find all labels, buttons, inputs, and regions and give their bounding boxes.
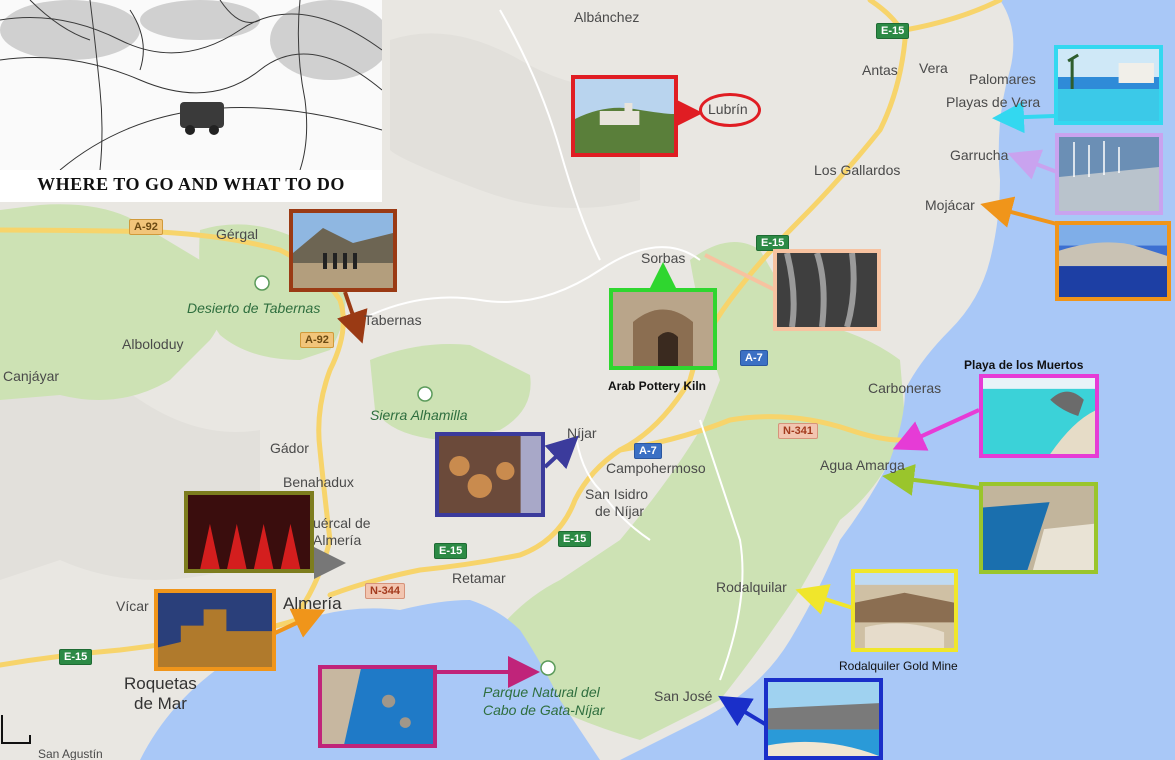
banner-title: WHERE TO GO AND WHAT TO DO [37,174,345,194]
place-label-carboneras: Carboneras [868,380,942,396]
road-shield-e15: E-15 [59,649,93,665]
place-label-san-jose: San José [654,688,713,704]
place-label-de-mar: de Mar [134,694,187,713]
caption-playa-de-los-muertos: Playa de los Muertos [964,358,1084,372]
lubrin-highlight-ring [699,93,761,127]
place-label-roquetas: Roquetas [124,674,197,693]
map-canvas[interactable]: Albánchez Antas Vera Palomares Playas de… [0,0,1175,760]
place-label-vera: Vera [919,60,948,76]
place-label-benahadux: Benahadux [283,474,354,490]
place-label-sorbas: Sorbas [641,250,686,266]
photo-nijar[interactable] [435,432,545,517]
park-label-desierto: Desierto de Tabernas [187,300,321,316]
road-shield-a92: A-92 [300,332,334,348]
park-marker[interactable] [254,275,270,291]
place-label-albanchez: Albánchez [574,9,640,25]
place-label-agua-amarga: Agua Amarga [820,457,905,473]
park-label-alhamilla: Sierra Alhamilla [370,407,468,423]
place-label-campohermoso: Campohermoso [606,460,706,476]
place-label-garrucha: Garrucha [950,147,1009,163]
park-label-cabo-2: Cabo de Gata-Níjar [483,702,605,718]
park-label-cabo: Parque Natural del [483,684,600,700]
place-label-almeria: Almería [283,594,342,613]
place-label-gergal: Gérgal [216,226,259,242]
place-label-de-nijar: de Níjar [595,503,645,519]
photo-rodalquilar[interactable] [851,569,958,652]
road-shield-e15: E-15 [558,531,592,547]
place-label-san-isidro: San Isidro [585,486,649,502]
photo-mojacar[interactable] [1055,221,1171,301]
place-label-alboloduy: Alboloduy [122,336,184,352]
road-shield-a7: A-7 [634,443,662,459]
place-label-canjayar: Canjáyar [3,368,60,384]
park-marker[interactable] [417,386,433,402]
photo-sorbas-caves[interactable] [773,249,881,331]
banner-sketch [0,0,390,171]
place-label-huercal-almeria: Almería [313,532,362,548]
place-label-huercal: uércal de [313,515,371,531]
photo-arab-pottery-kiln[interactable] [609,288,717,370]
place-label-los-gallardos: Los Gallardos [814,162,901,178]
place-label-antas: Antas [862,62,898,78]
photo-garrucha[interactable] [1055,133,1163,215]
road-shield-e15: E-15 [876,23,910,39]
place-label-palomares: Palomares [969,71,1036,87]
place-label-rodalquilar: Rodalquilar [716,579,787,595]
photo-flamenco[interactable] [184,491,314,573]
park-marker[interactable] [540,660,556,676]
arrow [992,101,1055,134]
banner: WHERE TO GO AND WHAT TO DO [0,0,390,202]
place-label-retamar: Retamar [452,570,506,586]
caption-rodalquilar-gold-mine: Rodalquiler Gold Mine [839,659,958,673]
road-shield-a92: A-92 [129,219,163,235]
photo-agua-amarga[interactable] [979,482,1098,574]
scale-bar [0,715,32,745]
place-label-tabernas: Tabernas [364,312,422,328]
photo-san-jose[interactable] [764,678,883,760]
road-shield-n344: N-344 [365,583,405,599]
photo-tabernas[interactable] [289,209,397,292]
car-icon [180,102,224,128]
road-shield-a7: A-7 [740,350,768,366]
caption-arab-pottery-kiln: Arab Pottery Kiln [608,379,707,393]
photo-lubrin[interactable] [571,75,678,157]
place-label-vicar: Vícar [116,598,149,614]
place-label-playas-de-vera: Playas de Vera [946,94,1041,110]
road-shield-n341: N-341 [778,423,818,439]
photo-playas-de-vera[interactable] [1054,45,1163,125]
place-label-nijar: Níjar [567,425,597,441]
road-shield-e15: E-15 [434,543,468,559]
place-label-mojacar: Mojácar [925,197,975,213]
place-label-san-agustin: San Agustín [38,747,103,760]
photo-cabo-de-gata[interactable] [318,665,437,748]
photo-alcazaba[interactable] [154,589,276,671]
photo-playa-de-los-muertos[interactable] [979,374,1099,458]
place-label-gador: Gádor [270,440,309,456]
